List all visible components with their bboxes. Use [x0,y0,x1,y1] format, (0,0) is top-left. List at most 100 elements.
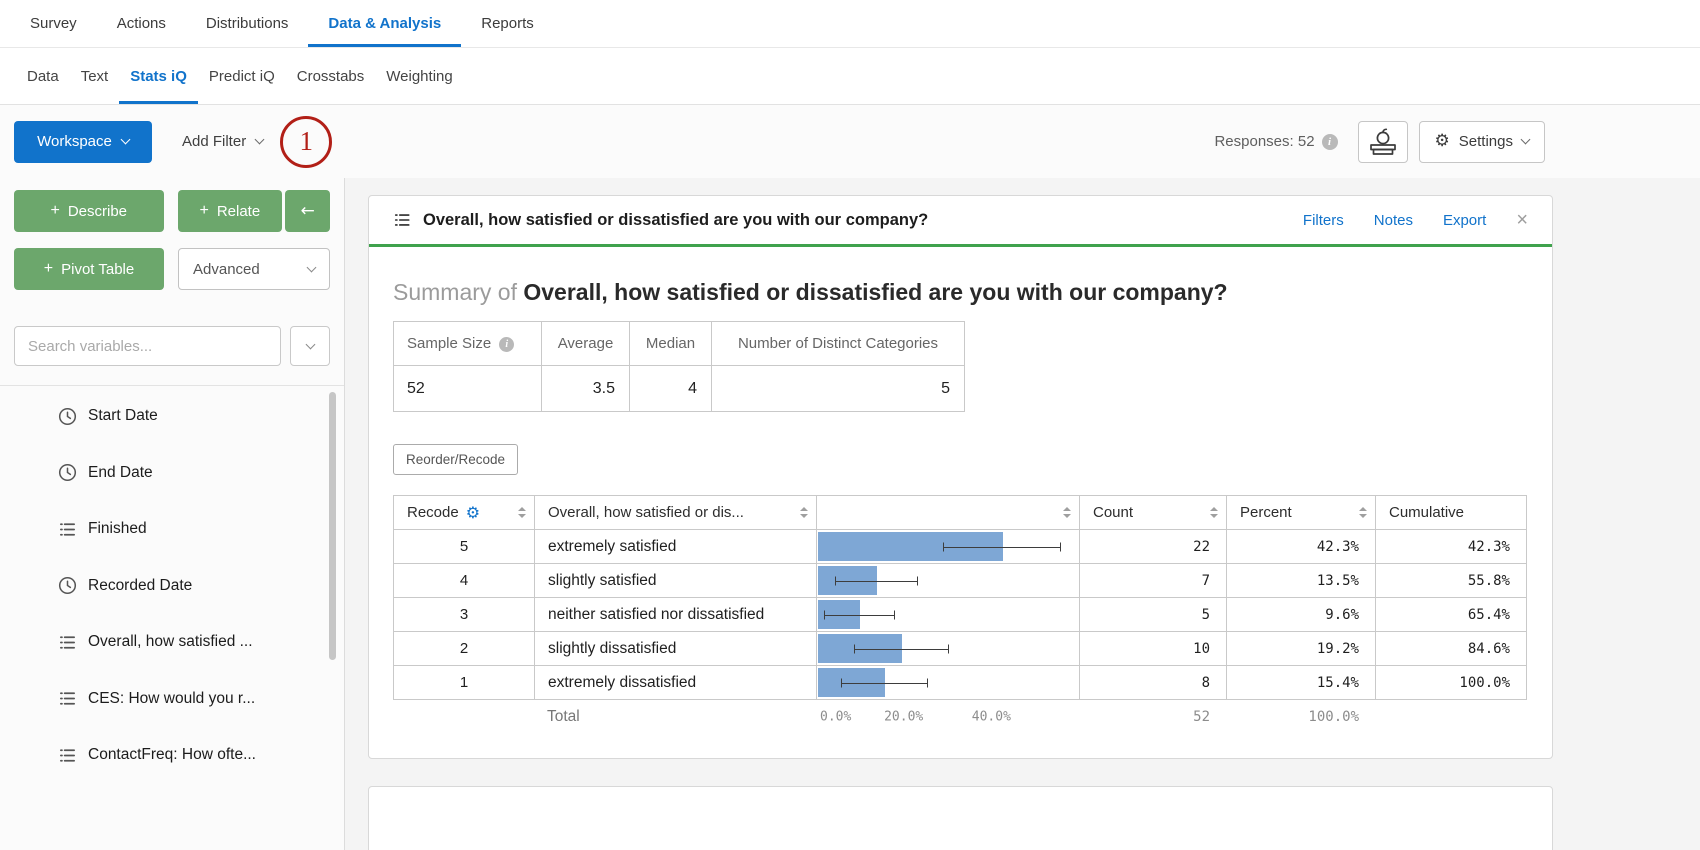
notes-link[interactable]: Notes [1374,212,1413,229]
sort-arrows-icon[interactable] [1057,507,1071,518]
export-link[interactable]: Export [1443,212,1486,229]
search-variables-input[interactable] [14,326,281,366]
collapse-panel-button[interactable]: ← [285,190,330,232]
summary-col-average: Average [542,322,630,366]
describe-button[interactable]: + Describe [14,190,164,232]
settings-button[interactable]: ⚙ Settings [1419,121,1545,163]
variable-label: Recorded Date [88,577,192,595]
toolbar-right: Responses: 52 i ⚙ Settings [1214,121,1545,163]
percent-col-label: Percent [1240,504,1292,521]
col-header-recode[interactable]: Recode ⚙ [394,496,535,530]
sort-arrows-icon[interactable] [1204,507,1218,518]
sub-nav-item-crosstabs[interactable]: Crosstabs [286,48,376,104]
reorder-recode-button[interactable]: Reorder/Recode [393,444,518,475]
variable-item-start-date[interactable]: Start Date [0,388,344,445]
sub-nav-item-text[interactable]: Text [70,48,120,104]
clock-icon [58,463,77,482]
variable-item-overall-how-satisfied[interactable]: Overall, how satisfied ... [0,614,344,671]
sample-size-value: 52 [394,366,542,412]
recode-value-cell[interactable]: 1 [394,666,535,700]
close-icon[interactable]: × [1516,210,1528,230]
error-bar-cap-left [943,542,944,551]
col-header-cumulative[interactable]: Cumulative [1376,496,1527,530]
top-nav-item-survey[interactable]: Survey [30,0,97,47]
chevron-down-icon [305,339,315,349]
variable-item-ces-how-would-you-r[interactable]: CES: How would you r... [0,671,344,728]
count-cell: 7 [1080,564,1227,598]
add-filter-button[interactable]: Add Filter [182,133,263,150]
clock-icon [58,576,77,595]
sort-arrows-icon[interactable] [512,507,526,518]
count-cell: 10 [1080,632,1227,666]
variable-item-contactfreq-how-ofte[interactable]: ContactFreq: How ofte... [0,727,344,784]
sub-nav-item-data[interactable]: Data [16,48,70,104]
workspace-button[interactable]: Workspace [14,121,152,163]
error-bar-cap-left [841,678,842,687]
recode-value-cell[interactable]: 5 [394,530,535,564]
card-header: Overall, how satisfied or dissatisfied a… [369,196,1552,244]
summary-table: Sample Sizei Average Median Number of Di… [393,321,965,412]
settings-label: Settings [1459,133,1513,150]
info-icon[interactable]: i [1322,134,1338,150]
arrow-left-icon: ← [300,203,314,220]
top-nav-item-data-analysis[interactable]: Data & Analysis [308,0,461,47]
col-header-count[interactable]: Count [1080,496,1227,530]
total-label: Total [534,708,816,726]
cumulative-cell: 65.4% [1376,598,1527,632]
analysis-card: Overall, how satisfied or dissatisfied a… [368,195,1553,759]
filters-link[interactable]: Filters [1303,212,1344,229]
sidebar-scrollbar[interactable] [329,392,336,660]
pivot-table-button[interactable]: + Pivot Table [14,248,164,290]
summary-col-median: Median [630,322,712,366]
recode-col-label: Recode [407,504,459,521]
top-nav-item-actions[interactable]: Actions [97,0,186,47]
search-dropdown-button[interactable] [290,326,330,366]
variable-item-recorded-date[interactable]: Recorded Date [0,558,344,615]
plus-icon: + [44,261,53,277]
sub-nav-item-stats-iq[interactable]: Stats iQ [119,48,198,104]
top-nav-item-distributions[interactable]: Distributions [186,0,309,47]
sub-nav-item-weighting[interactable]: Weighting [375,48,463,104]
average-value: 3.5 [542,366,630,412]
col-header-answer[interactable]: Overall, how satisfied or dis... [535,496,817,530]
result-row-extremely-satisfied: 5extremely satisfied2242.3%42.3% [394,530,1527,564]
result-row-neither-satisfied-nor-dissatisfied: 3neither satisfied nor dissatisfied59.6%… [394,598,1527,632]
count-cell: 5 [1080,598,1227,632]
variable-item-end-date[interactable]: End Date [0,445,344,502]
col-header-percent[interactable]: Percent [1227,496,1376,530]
library-button[interactable] [1358,121,1408,163]
error-bar [854,649,947,650]
card-title: Overall, how satisfied or dissatisfied a… [423,211,928,230]
add-filter-label: Add Filter [182,133,246,150]
recode-value-cell[interactable]: 4 [394,564,535,598]
annotation-circle-1: 1 [280,116,332,168]
relate-button[interactable]: + Relate [178,190,283,232]
recode-value-cell[interactable]: 2 [394,632,535,666]
main-panel: Overall, how satisfied or dissatisfied a… [345,178,1700,850]
next-card-partial [368,786,1553,850]
summary-header-row: Sample Sizei Average Median Number of Di… [394,322,965,366]
sub-nav-item-predict-iq[interactable]: Predict iQ [198,48,286,104]
variable-item-finished[interactable]: Finished [0,501,344,558]
percent-cell: 15.4% [1227,666,1376,700]
cumulative-cell: 84.6% [1376,632,1527,666]
info-icon[interactable]: i [499,337,514,352]
advanced-dropdown[interactable]: Advanced [178,248,330,290]
median-value: 4 [630,366,712,412]
sort-arrows-icon[interactable] [794,507,808,518]
col-header-bar[interactable] [817,496,1080,530]
summary-title: Overall, how satisfied or dissatisfied a… [523,279,1227,305]
results-body: 5extremely satisfied2242.3%42.3%4slightl… [394,530,1527,700]
top-nav-item-reports[interactable]: Reports [461,0,554,47]
card-actions: Filters Notes Export [1303,212,1486,229]
answer-label-cell: slightly satisfied [535,564,817,598]
result-row-slightly-satisfied: 4slightly satisfied713.5%55.8% [394,564,1527,598]
sort-arrows-icon[interactable] [1353,507,1367,518]
recode-gear-icon[interactable]: ⚙ [466,505,480,521]
answer-label-cell: extremely dissatisfied [535,666,817,700]
recode-value-cell[interactable]: 3 [394,598,535,632]
percent-cell: 9.6% [1227,598,1376,632]
header-wrap: Recode ⚙ [394,496,534,529]
annotation-number: 1 [299,126,313,157]
bar-cell [817,632,1080,666]
